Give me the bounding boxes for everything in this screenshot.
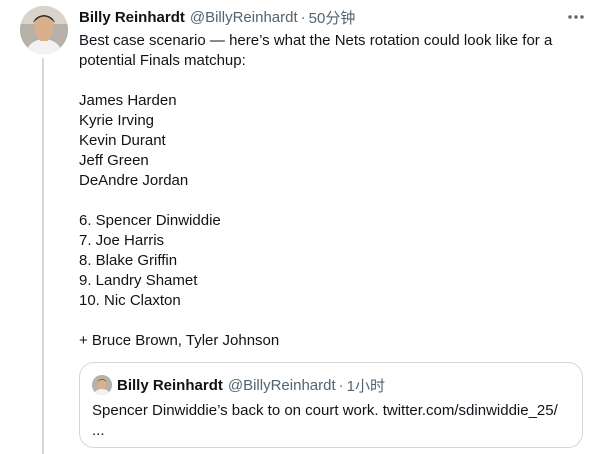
author-name[interactable]: Billy Reinhardt xyxy=(79,9,185,26)
roster-bench: 7. Joe Harris xyxy=(79,232,165,249)
quoted-author-handle: @BillyReinhardt xyxy=(227,376,336,394)
author-handle[interactable]: @BillyReinhardt xyxy=(190,9,298,26)
quoted-tweet-text: Spencer Dinwiddie’s back to on court wor… xyxy=(92,401,572,441)
tweet-timestamp[interactable]: 50分钟 xyxy=(309,7,356,28)
quoted-author-avatar xyxy=(92,375,112,395)
thread-connector-line xyxy=(42,58,44,454)
tweet-text-line: potential Finals matchup: xyxy=(79,52,246,69)
roster-bench: 8. Blake Griffin xyxy=(79,252,178,269)
roster-starter: DeAndre Jordan xyxy=(79,172,189,189)
roster-starter: James Harden xyxy=(79,92,177,109)
roster-extra: + Bruce Brown, Tyler Johnson xyxy=(79,332,280,349)
quoted-tweet-timestamp: 1小时 xyxy=(346,377,385,395)
quoted-text-truncation: ... xyxy=(92,422,105,439)
tweet-text-line: Best case scenario — here’s what the Net… xyxy=(79,32,553,49)
quoted-tweet-card[interactable]: Billy Reinhardt @BillyReinhardt · 1小时 Sp… xyxy=(79,362,583,448)
quoted-author-name: Billy Reinhardt xyxy=(117,376,223,394)
author-avatar[interactable] xyxy=(20,6,68,54)
tweet-body: Best case scenario — here’s what the Net… xyxy=(79,31,579,351)
roster-starter: Kyrie Irving xyxy=(79,112,155,129)
roster-bench: 6. Spencer Dinwiddie xyxy=(79,212,221,229)
roster-starter: Kevin Durant xyxy=(79,132,166,149)
tweet[interactable]: Billy Reinhardt @BillyReinhardt · 50分钟 B… xyxy=(0,0,598,454)
separator-dot: · xyxy=(338,376,344,394)
roster-starter: Jeff Green xyxy=(79,152,149,169)
roster-bench: 9. Landry Shamet xyxy=(79,272,198,289)
quoted-tweet-header: Billy Reinhardt @BillyReinhardt · 1小时 xyxy=(117,375,385,395)
quoted-text-line: Spencer Dinwiddie’s back to on court wor… xyxy=(92,402,558,419)
ellipsis-icon[interactable] xyxy=(566,7,586,27)
tweet-header: Billy Reinhardt @BillyReinhardt · 50分钟 xyxy=(79,7,355,27)
separator-dot: · xyxy=(300,8,306,26)
roster-bench: 10. Nic Claxton xyxy=(79,292,181,309)
